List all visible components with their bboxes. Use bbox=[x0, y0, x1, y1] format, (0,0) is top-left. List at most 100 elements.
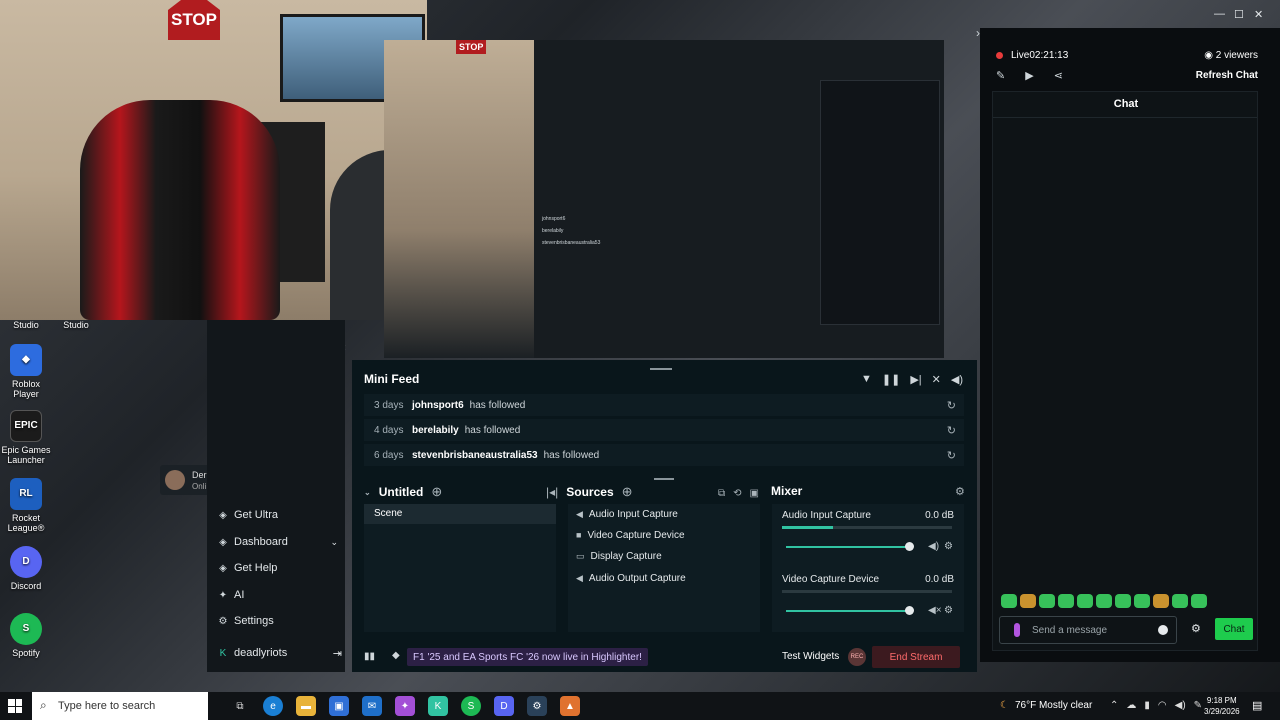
emote-icon[interactable] bbox=[1153, 594, 1169, 608]
skip-icon[interactable]: ▶| bbox=[910, 373, 921, 386]
source-item[interactable]: ◀ Audio Output Capture bbox=[576, 569, 686, 587]
pause-icon[interactable]: ❚❚ bbox=[882, 373, 900, 386]
settings-icon[interactable]: ⚙ bbox=[944, 541, 953, 552]
task-view-icon[interactable]: ⧉ bbox=[230, 696, 250, 716]
logout-icon[interactable]: ⇥ bbox=[333, 647, 342, 660]
emote-icon[interactable] bbox=[1039, 594, 1055, 608]
windows-start-icon[interactable] bbox=[8, 699, 22, 713]
slider-knob[interactable] bbox=[905, 606, 914, 615]
desktop-icon-rocket-league[interactable]: RL Rocket League® bbox=[0, 478, 52, 533]
desktop-icon-spotify[interactable]: S Spotify bbox=[0, 613, 52, 658]
emote-icon[interactable] bbox=[1020, 594, 1036, 608]
emote-icon[interactable] bbox=[1191, 594, 1207, 608]
filter-icon[interactable]: ▼ bbox=[861, 373, 872, 386]
repeat-alert-icon[interactable]: ↻ bbox=[947, 399, 956, 412]
group-icon[interactable]: ⟲ bbox=[733, 488, 741, 499]
mute-alerts-icon[interactable]: ✕ bbox=[932, 373, 941, 386]
network-icon[interactable]: ◠ bbox=[1158, 700, 1167, 711]
chat-send-button[interactable]: Chat bbox=[1215, 618, 1253, 640]
nav-item-ai[interactable]: ✦ AI bbox=[218, 586, 245, 604]
steam-icon[interactable]: ⚙ bbox=[527, 696, 547, 716]
source-item[interactable]: ■ Video Capture Device bbox=[576, 526, 685, 544]
chat-message-input[interactable]: Send a message bbox=[999, 616, 1177, 644]
taskbar-clock[interactable]: 9:18 PM 3/29/2026 bbox=[1204, 695, 1240, 717]
spotify-icon[interactable]: S bbox=[461, 696, 481, 716]
performance-icon[interactable]: ▮▮ bbox=[364, 651, 375, 662]
discord-icon[interactable]: D bbox=[494, 696, 514, 716]
chat-settings-icon[interactable]: ⚙ bbox=[1191, 622, 1201, 635]
folder-icon[interactable]: ▣ bbox=[750, 488, 759, 499]
emote-icon[interactable] bbox=[1134, 594, 1150, 608]
layers-icon[interactable]: ⧉ bbox=[718, 488, 725, 499]
volume-icon[interactable]: ◀) bbox=[951, 373, 963, 386]
mail-icon[interactable]: ✉ bbox=[362, 696, 382, 716]
copilot-icon[interactable]: ✦ bbox=[395, 696, 415, 716]
notification-center-icon[interactable]: ▤ bbox=[1252, 699, 1262, 712]
share-icon[interactable]: ⋖ bbox=[1054, 69, 1063, 82]
desktop-icon-roblox[interactable]: ◆ Roblox Player bbox=[0, 344, 52, 399]
desktop-icon-studio-2[interactable]: Studio bbox=[50, 320, 102, 330]
file-explorer-icon[interactable]: ▬ bbox=[296, 696, 316, 716]
minimize-icon[interactable]: — bbox=[1214, 8, 1225, 20]
battery-icon[interactable]: ▮ bbox=[1144, 700, 1150, 711]
source-item[interactable]: ▭ Display Capture bbox=[576, 547, 662, 565]
mixer-settings-icon[interactable]: ⚙ bbox=[955, 485, 965, 498]
highlighter-announcement[interactable]: F1 '25 and EA Sports FC '26 now live in … bbox=[407, 648, 648, 666]
edge-icon[interactable]: e bbox=[263, 696, 283, 716]
desktop-icon-discord[interactable]: D Discord bbox=[0, 546, 52, 591]
store-icon[interactable]: ▣ bbox=[329, 696, 349, 716]
highlighter-icon[interactable]: ▲ bbox=[560, 696, 580, 716]
desktop-icon-epic[interactable]: EPIC Epic Games Launcher bbox=[0, 410, 52, 465]
scene-collection-title[interactable]: Untitled bbox=[379, 485, 424, 499]
close-icon[interactable]: ✕ bbox=[1254, 8, 1263, 21]
slider-knob[interactable] bbox=[905, 542, 914, 551]
emote-icon[interactable] bbox=[1001, 594, 1017, 608]
repeat-alert-icon[interactable]: ↻ bbox=[947, 449, 956, 462]
user-card[interactable]: Der Onli bbox=[160, 465, 212, 495]
clip-icon[interactable]: ▶ bbox=[1025, 69, 1033, 82]
pen-icon[interactable]: ✎ bbox=[1194, 700, 1202, 711]
volume-slider[interactable] bbox=[786, 542, 914, 551]
repeat-alert-icon[interactable]: ↻ bbox=[947, 424, 956, 437]
settings-icon[interactable]: ⚙ bbox=[944, 605, 953, 616]
nav-item-get-ultra[interactable]: ◈ Get Ultra bbox=[218, 506, 278, 524]
mic-icon[interactable] bbox=[1014, 623, 1020, 637]
streamlabs-icon[interactable]: K bbox=[428, 696, 448, 716]
emote-icon[interactable] bbox=[1077, 594, 1093, 608]
drag-handle[interactable] bbox=[654, 478, 674, 480]
editor-panel: Mini Feed ▼ ❚❚ ▶| ✕ ◀) 3 days johnsport6… bbox=[352, 360, 977, 672]
source-item[interactable]: ◀ Audio Input Capture bbox=[576, 505, 678, 523]
emoji-icon[interactable] bbox=[1158, 625, 1168, 635]
add-scene-icon[interactable]: ⊕ bbox=[431, 484, 442, 500]
emote-icon[interactable] bbox=[1115, 594, 1131, 608]
refresh-chat-button[interactable]: Refresh Chat bbox=[1196, 70, 1258, 81]
scene-item[interactable]: Scene bbox=[364, 504, 556, 524]
nav-item-account[interactable]: K deadlyriots ⇥ bbox=[218, 644, 342, 662]
chevron-up-icon[interactable]: ⌃ bbox=[1110, 700, 1118, 711]
end-stream-button[interactable]: End Stream bbox=[872, 646, 960, 668]
maximize-icon[interactable]: ☐ bbox=[1234, 8, 1244, 21]
add-source-icon[interactable]: ⊕ bbox=[622, 484, 633, 500]
test-widgets-button[interactable]: Test Widgets bbox=[782, 651, 839, 662]
drag-handle[interactable] bbox=[650, 368, 672, 370]
desktop-icon-studio-1[interactable]: Studio bbox=[0, 320, 52, 330]
nav-item-settings[interactable]: ⚙ Settings bbox=[218, 612, 274, 630]
nav-item-dashboard[interactable]: ◈ Dashboard ⌄ bbox=[218, 533, 338, 551]
weather-widget[interactable]: ☾ 76°F Mostly clear bbox=[1000, 700, 1092, 711]
onedrive-icon[interactable]: ☁ bbox=[1126, 700, 1136, 711]
emote-icon[interactable] bbox=[1096, 594, 1112, 608]
nav-item-get-help[interactable]: ◈ Get Help bbox=[218, 559, 277, 577]
taskbar-search[interactable]: ⌕ Type here to search bbox=[32, 692, 208, 720]
volume-icon[interactable]: ◀) bbox=[928, 541, 939, 552]
chevron-down-icon[interactable]: ⌄ bbox=[364, 488, 371, 497]
chat-box: Chat Send a message ⚙ Chat bbox=[992, 91, 1258, 651]
mute-icon[interactable]: ◀× bbox=[928, 605, 942, 616]
notification-icon[interactable]: ◆ bbox=[392, 650, 400, 661]
record-button[interactable]: REC bbox=[848, 648, 866, 666]
emote-icon[interactable] bbox=[1058, 594, 1074, 608]
emote-icon[interactable] bbox=[1172, 594, 1188, 608]
volume-slider[interactable] bbox=[786, 606, 914, 615]
speaker-icon[interactable]: ◀) bbox=[1175, 700, 1186, 711]
fold-icon[interactable]: |◂| bbox=[546, 485, 558, 499]
edit-icon[interactable]: ✎ bbox=[996, 69, 1005, 82]
